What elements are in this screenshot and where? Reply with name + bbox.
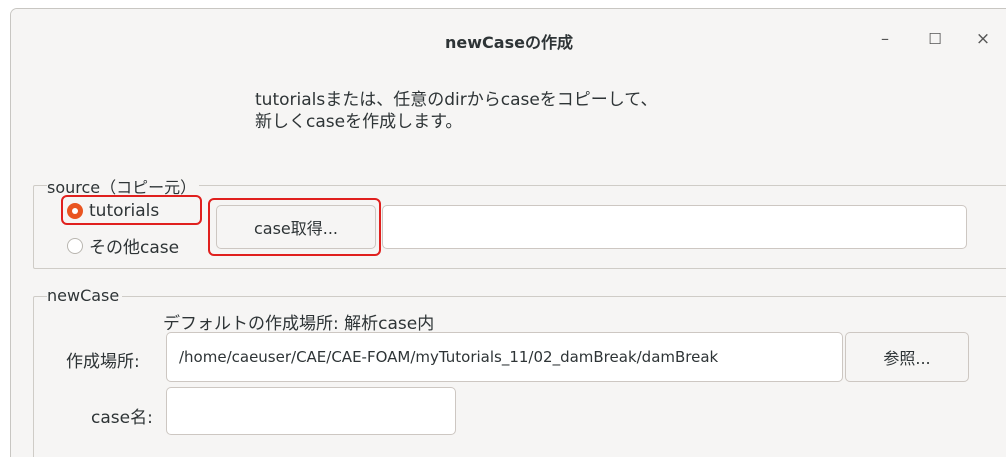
description: tutorialsまたは、任意のdirからcaseをコピーして、 新しくcase… (255, 89, 657, 133)
highlight-box-tutorials (61, 195, 202, 225)
source-path-field[interactable] (382, 205, 967, 249)
highlight-box-get-case (208, 198, 381, 256)
location-label: 作成場所: (66, 352, 140, 372)
window-title: newCaseの作成 (445, 33, 573, 52)
radio-unselected-icon[interactable] (67, 237, 83, 254)
radio-other-case[interactable]: その他case (67, 233, 179, 258)
dialog-window: newCaseの作成 – ☐ × tutorialsまたは、任意のdirからca… (10, 8, 1006, 457)
minimize-icon[interactable]: – (873, 27, 897, 51)
close-icon[interactable]: × (971, 27, 995, 51)
maximize-icon[interactable]: ☐ (923, 27, 947, 51)
case-name-field[interactable] (166, 387, 456, 435)
case-name-label: case名: (91, 408, 153, 428)
description-line-2: 新しくcaseを作成します。 (255, 112, 463, 132)
location-field[interactable]: /home/caeuser/CAE/CAE-FOAM/myTutorials_1… (166, 332, 843, 382)
titlebar[interactable]: newCaseの作成 – ☐ × (11, 9, 1006, 71)
browse-button[interactable]: 参照... (845, 332, 969, 382)
description-line-1: tutorialsまたは、任意のdirからcaseをコピーして、 (255, 90, 658, 110)
newcase-legend: newCase (47, 286, 123, 305)
radio-other-case-label: その他case (89, 238, 180, 258)
default-location-hint: デフォルトの作成場所: 解析case内 (163, 314, 435, 334)
